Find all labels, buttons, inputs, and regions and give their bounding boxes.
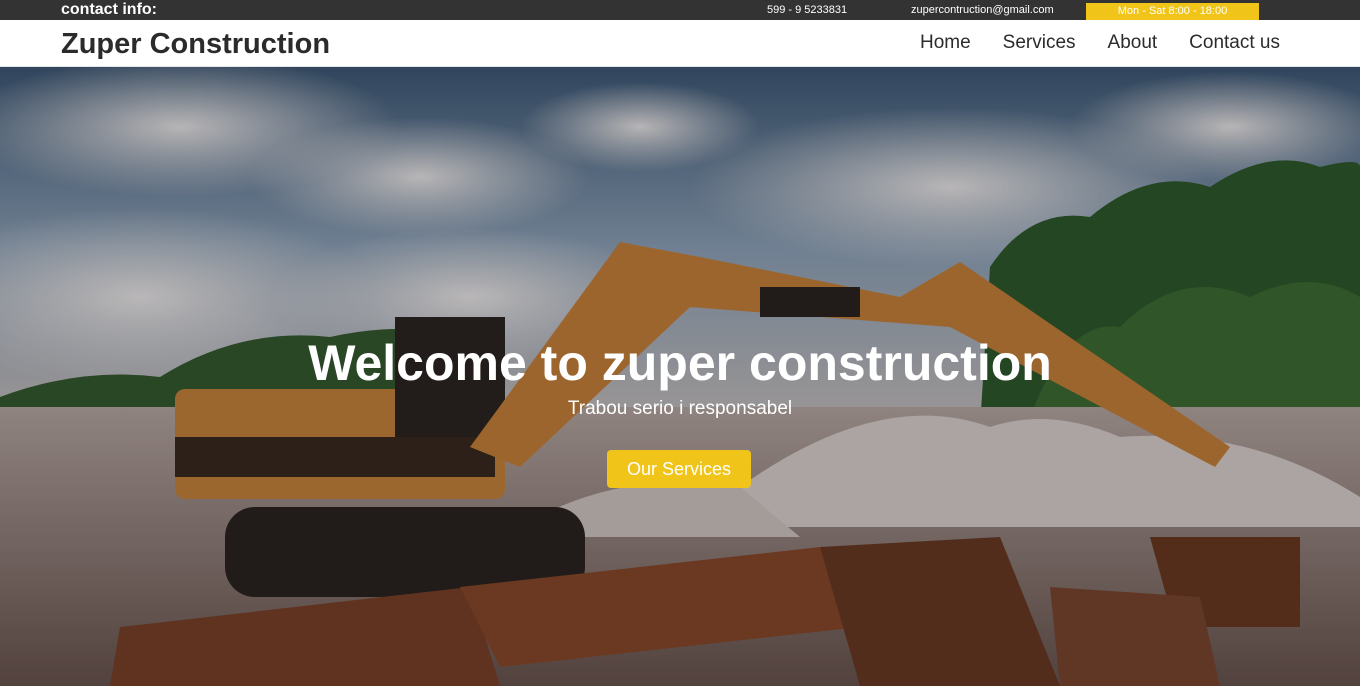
nav-link-services[interactable]: Services [1003,32,1076,54]
opening-hours-badge: Mon - Sat 8:00 - 18:00 [1086,3,1259,20]
site-brand[interactable]: Zuper Construction [61,27,330,61]
nav-links: Home Services About Contact us [920,32,1280,54]
contact-info-label: contact info: [61,1,157,18]
contact-email[interactable]: zupercontruction@gmail.com [911,4,1054,17]
contact-phone: 599 - 9 5233831 [767,4,848,16]
hero-subtitle: Trabou serio i responsabel [567,398,793,419]
our-services-button[interactable]: Our Services [607,450,751,488]
nav-link-contact[interactable]: Contact us [1189,32,1280,54]
hero-title: Welcome to zuper construction [308,335,1052,391]
hero-section: Welcome to zuper construction Trabou ser… [0,67,1360,686]
nav-link-about[interactable]: About [1108,32,1158,54]
nav-link-home[interactable]: Home [920,32,971,54]
main-navbar: Zuper Construction Home Services About C… [0,20,1360,67]
contact-bar: contact info: 599 - 9 5233831 zupercontr… [0,0,1360,20]
